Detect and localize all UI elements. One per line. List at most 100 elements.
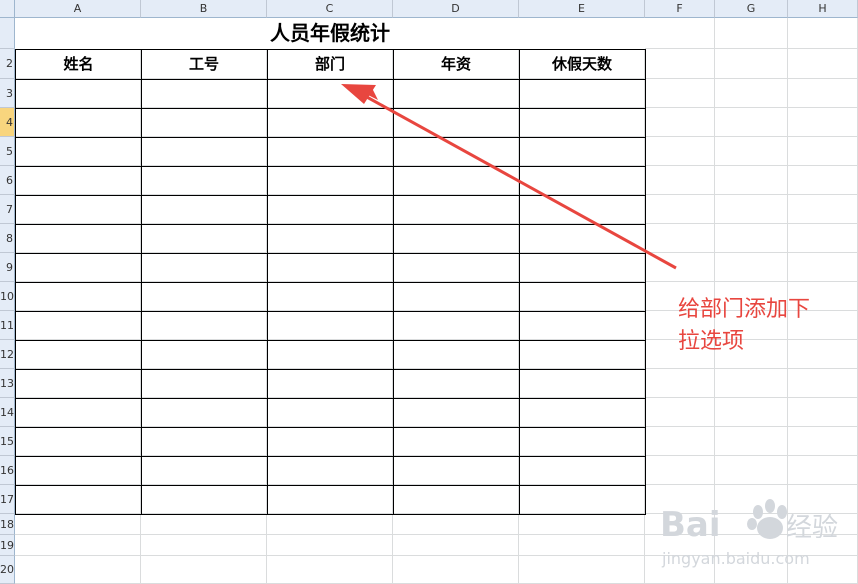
row-header[interactable]: 5: [0, 137, 15, 166]
table-cell[interactable]: [267, 398, 394, 428]
table-cell[interactable]: [141, 224, 268, 254]
table-cell[interactable]: [141, 398, 268, 428]
column-header-h[interactable]: H: [788, 0, 858, 18]
table-cell[interactable]: [519, 108, 646, 138]
row-header[interactable]: 12: [0, 340, 15, 369]
cell[interactable]: [715, 427, 788, 456]
table-cell[interactable]: [267, 195, 394, 225]
table-cell[interactable]: [141, 108, 268, 138]
cell[interactable]: [645, 18, 715, 49]
table-cell[interactable]: [519, 456, 646, 486]
table-cell[interactable]: [141, 137, 268, 167]
table-cell[interactable]: [141, 166, 268, 196]
table-cell[interactable]: [519, 340, 646, 370]
table-cell[interactable]: [141, 340, 268, 370]
row-header[interactable]: 7: [0, 195, 15, 224]
row-header[interactable]: 2: [0, 49, 15, 79]
table-header-cell[interactable]: 休假天数: [519, 49, 646, 80]
table-cell[interactable]: [393, 224, 520, 254]
column-header-c[interactable]: C: [267, 0, 393, 18]
table-cell[interactable]: [141, 485, 268, 515]
cell[interactable]: [15, 514, 141, 535]
table-cell[interactable]: [519, 427, 646, 457]
table-cell[interactable]: [519, 282, 646, 312]
cell[interactable]: [645, 79, 715, 108]
row-header[interactable]: 17: [0, 485, 15, 514]
table-cell[interactable]: [267, 137, 394, 167]
row-header[interactable]: 18: [0, 514, 15, 535]
row-header[interactable]: 11: [0, 311, 15, 340]
table-cell[interactable]: [393, 137, 520, 167]
row-header[interactable]: 3: [0, 79, 15, 108]
table-cell[interactable]: [519, 253, 646, 283]
cell[interactable]: [645, 137, 715, 166]
table-cell[interactable]: [267, 369, 394, 399]
table-cell[interactable]: [519, 369, 646, 399]
table-cell[interactable]: [15, 427, 142, 457]
cell[interactable]: [788, 224, 858, 253]
table-cell[interactable]: [267, 108, 394, 138]
sheet-title[interactable]: 人员年假统计: [15, 18, 645, 49]
cell[interactable]: [715, 18, 788, 49]
cell[interactable]: [519, 556, 645, 584]
row-header[interactable]: 4: [0, 108, 15, 137]
cell[interactable]: [141, 514, 267, 535]
table-cell[interactable]: [15, 79, 142, 109]
column-header-d[interactable]: D: [393, 0, 519, 18]
table-cell[interactable]: [267, 427, 394, 457]
table-cell[interactable]: [15, 340, 142, 370]
row-header[interactable]: 20: [0, 556, 15, 584]
cell[interactable]: [788, 195, 858, 224]
table-cell[interactable]: [519, 398, 646, 428]
table-cell[interactable]: [393, 485, 520, 515]
cell[interactable]: [715, 166, 788, 195]
cell[interactable]: [267, 514, 393, 535]
cell[interactable]: [788, 18, 858, 49]
cell[interactable]: [267, 535, 393, 556]
table-cell[interactable]: [267, 253, 394, 283]
cell[interactable]: [715, 108, 788, 137]
cell[interactable]: [393, 556, 519, 584]
table-cell[interactable]: [393, 166, 520, 196]
table-cell[interactable]: [393, 398, 520, 428]
table-cell[interactable]: [267, 485, 394, 515]
row-header[interactable]: 9: [0, 253, 15, 282]
cell[interactable]: [715, 79, 788, 108]
row-header[interactable]: 13: [0, 369, 15, 398]
cell[interactable]: [715, 253, 788, 282]
cell[interactable]: [715, 369, 788, 398]
cell[interactable]: [141, 535, 267, 556]
row-header[interactable]: 10: [0, 282, 15, 311]
cell[interactable]: [645, 253, 715, 282]
row-header[interactable]: 6: [0, 166, 15, 195]
cell[interactable]: [788, 253, 858, 282]
cell[interactable]: [519, 514, 645, 535]
table-cell[interactable]: [141, 253, 268, 283]
cell[interactable]: [788, 166, 858, 195]
table-cell[interactable]: [519, 79, 646, 109]
cell[interactable]: [645, 195, 715, 224]
cell[interactable]: [788, 137, 858, 166]
table-cell[interactable]: [15, 253, 142, 283]
cell[interactable]: [715, 456, 788, 485]
table-cell[interactable]: [267, 282, 394, 312]
cell[interactable]: [715, 49, 788, 79]
row-header[interactable]: [0, 18, 15, 49]
table-cell[interactable]: [267, 224, 394, 254]
table-cell[interactable]: [519, 195, 646, 225]
cell[interactable]: [715, 195, 788, 224]
table-cell[interactable]: [267, 456, 394, 486]
table-cell[interactable]: [15, 456, 142, 486]
cell[interactable]: [393, 535, 519, 556]
table-cell[interactable]: [15, 485, 142, 515]
cell[interactable]: [788, 369, 858, 398]
table-header-cell[interactable]: 姓名: [15, 49, 142, 80]
table-cell[interactable]: [393, 282, 520, 312]
table-cell[interactable]: [141, 427, 268, 457]
table-cell[interactable]: [15, 282, 142, 312]
table-cell[interactable]: [15, 311, 142, 341]
table-cell[interactable]: [393, 340, 520, 370]
cell[interactable]: [645, 456, 715, 485]
table-cell[interactable]: [267, 340, 394, 370]
cell[interactable]: [15, 556, 141, 584]
